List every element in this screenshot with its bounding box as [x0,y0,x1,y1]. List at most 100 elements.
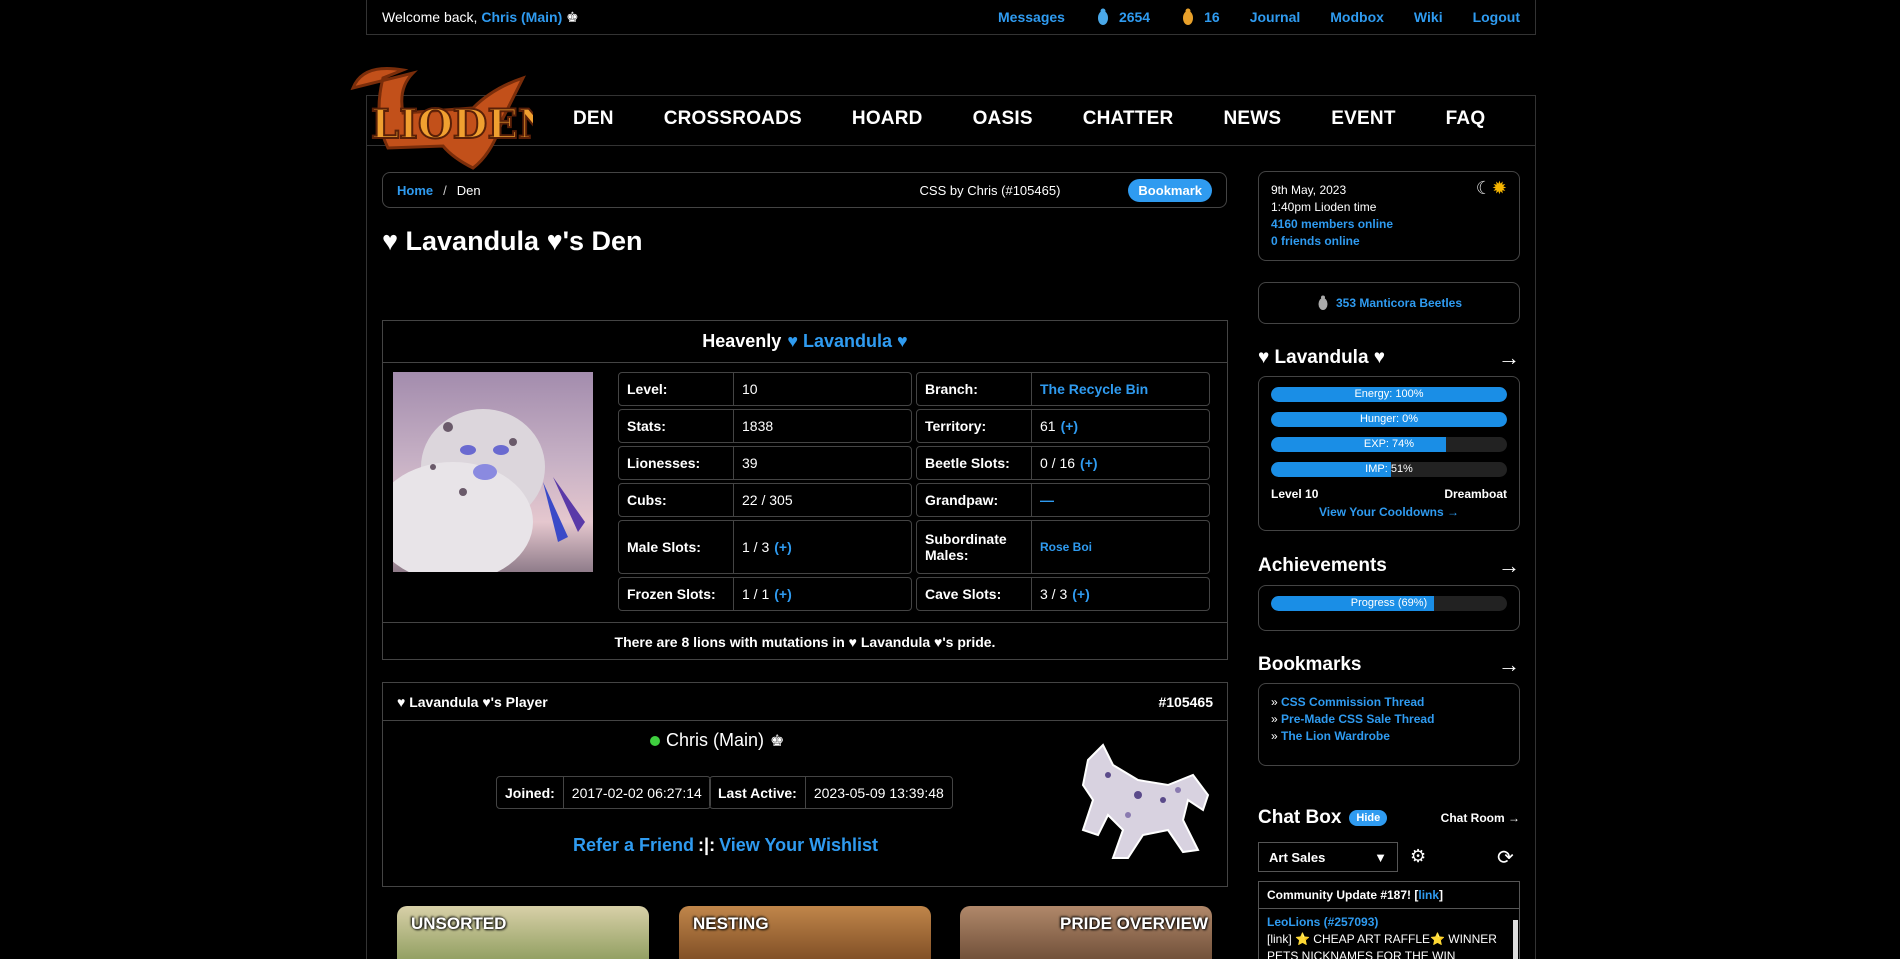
player-id: #105465 [1158,693,1213,710]
bookmarks-panel: » CSS Commission Thread » Pre-Made CSS S… [1258,683,1520,766]
nav-chatter[interactable]: CHATTER [1083,108,1174,130]
imp-bar: IMP: 51% [1271,462,1507,477]
main-nav: DEN CROSSROADS HOARD OASIS CHATTER NEWS … [573,108,1535,130]
mutation-text: There are 8 lions with mutations in ♥ La… [382,622,1228,660]
joined-cell: Joined: 2017-02-02 06:27:14 [496,776,711,809]
manticora-beetles-link[interactable]: 353 Manticora Beetles [1336,296,1462,310]
members-online-link[interactable]: 4160 members online [1271,216,1507,233]
lion-stats-panel: Energy: 100% Hunger: 0% EXP: 74% IMP: 51… [1258,376,1520,531]
achievements-arrow-icon[interactable]: → [1498,553,1520,579]
cooldowns-link[interactable]: View Your Cooldowns → [1319,505,1459,519]
nav-hoard[interactable]: HOARD [852,108,923,130]
beetle-icon [1097,8,1108,25]
nav-oasis[interactable]: OASIS [973,108,1033,130]
stat-territory: Territory: 61 (+) [916,409,1210,443]
breadcrumb: Home / Den CSS by Chris (#105465) Bookma… [382,172,1227,208]
messages-link[interactable]: Messages [998,9,1065,25]
date-text: 9th May, 2023 [1271,183,1347,197]
page-title: ♥ Lavandula ♥'s Den [382,226,643,256]
scarab-icon [1183,8,1194,25]
top-bar: Welcome back, Chris (Main) ♚ Messages 26… [366,0,1536,35]
dropdown-arrow-icon: ▼ [1374,849,1387,865]
frozen-slots-plus[interactable]: (+) [774,586,792,602]
stat-grandpaw: Grandpaw: — [916,483,1210,517]
exp-bar: EXP: 74% [1271,437,1507,452]
chat-scrollbar[interactable] [1513,920,1518,959]
online-status-icon [650,735,660,746]
level-row: Level 10 Dreamboat [1271,487,1507,501]
stat-cave-slots: Cave Slots: 3 / 3 (+) [916,577,1210,611]
css-credit: CSS by Chris (#105465) [919,182,1061,198]
journal-link[interactable]: Journal [1250,9,1301,25]
chat-hide-button[interactable]: Hide [1349,810,1388,826]
player-header: ♥ Lavandula ♥'s Player [397,693,548,710]
nav-faq[interactable]: FAQ [1446,108,1486,130]
welcome-text: Welcome back, Chris (Main) ♚ [382,8,579,25]
lion-portrait[interactable] [393,372,593,572]
lion-stats-header: ♥ Lavandula ♥ → [1258,345,1520,371]
nav-den[interactable]: DEN [573,108,614,130]
chat-header: Chat Box Hide Chat Room → [1258,807,1520,828]
scarabs-count[interactable]: 16 [1180,8,1220,26]
crown-icon: ♚ [770,732,785,750]
refresh-icon[interactable]: ⟳ [1497,845,1514,870]
subordinate-link[interactable]: Rose Boi [1040,540,1092,554]
stat-cubs: Cubs: 22 / 305 [618,483,912,517]
community-update-link[interactable]: link [1418,888,1439,902]
stat-branch: Branch: The Recycle Bin [916,372,1210,406]
tile-pride-overview[interactable]: PRIDE OVERVIEW [960,906,1212,959]
player-name: Chris (Main) ♚ [650,730,784,751]
achievement-progress-bar: Progress (69%) [1271,596,1507,611]
logout-link[interactable]: Logout [1473,9,1520,25]
bookmark-item: » CSS Commission Thread [1271,695,1425,709]
grandpaw-link[interactable]: — [1040,492,1054,508]
modbox-link[interactable]: Modbox [1330,9,1384,25]
tile-unsorted[interactable]: UNSORTED [397,906,649,959]
stat-lionesses: Lionesses: 39 [618,446,912,480]
stat-frozen-slots: Frozen Slots: 1 / 1 (+) [618,577,912,611]
bookmark-button[interactable]: Bookmark [1128,178,1212,202]
stat-male-slots: Male Slots: 1 / 3 (+) [618,520,912,574]
bookmarks-arrow-icon[interactable]: → [1498,652,1520,678]
refer-friend-link[interactable]: Refer a Friend [573,835,694,856]
tile-nesting[interactable]: NESTING [679,906,931,959]
breadcrumb-home[interactable]: Home [397,183,433,198]
bookmark-item: » Pre-Made CSS Sale Thread [1271,712,1435,726]
hunger-bar: Hunger: 0% [1271,412,1507,427]
chat-user-link[interactable]: LeoLions (#257093) [1267,914,1511,931]
male-slots-plus[interactable]: (+) [774,539,792,555]
bookmarks-header: Bookmarks → [1258,652,1520,678]
beetle-panel: 353 Manticora Beetles [1258,282,1520,324]
territory-plus[interactable]: (+) [1061,418,1079,434]
nav-event[interactable]: EVENT [1331,108,1395,130]
beetles-count[interactable]: 2654 [1095,8,1150,26]
user-link[interactable]: Chris (Main) [481,9,562,25]
chat-log: Community Update #187! [link] LeoLions (… [1258,881,1520,959]
beetle-slots-plus[interactable]: (+) [1080,455,1098,471]
energy-bar: Energy: 100% [1271,387,1507,402]
achievements-panel: Progress (69%) [1258,585,1520,631]
moon-sun-icon: ☾✹ [1475,178,1507,198]
lion-name-link[interactable]: ♥ Lavandula ♥ [787,331,907,352]
cave-slots-plus[interactable]: (+) [1072,586,1090,602]
wishlist-link[interactable]: View Your Wishlist [719,835,878,856]
chat-channel-select[interactable]: Art Sales ▼ [1258,842,1398,872]
wiki-link[interactable]: Wiki [1414,9,1443,25]
stat-subordinate-males: Subordinate Males: Rose Boi [916,520,1210,574]
nav-news[interactable]: NEWS [1223,108,1281,130]
achievements-header: Achievements → [1258,553,1520,579]
branch-link[interactable]: The Recycle Bin [1040,381,1148,397]
crown-icon: ♚ [566,8,579,25]
stat-beetle-slots: Beetle Slots: 0 / 16 (+) [916,446,1210,480]
chat-room-link[interactable]: Chat Room → [1441,811,1520,825]
time-text: 1:40pm Lioden time [1271,200,1377,214]
pixel-pet-image [1068,740,1218,865]
lion-arrow-icon[interactable]: → [1498,345,1520,371]
breadcrumb-current: Den [456,182,481,198]
logo-text: LIODEN [371,101,533,148]
community-update: Community Update #187! [link] [1259,882,1519,909]
nav-crossroads[interactable]: CROSSROADS [664,108,802,130]
friends-online-link[interactable]: 0 friends online [1271,233,1507,250]
lion-title: Heavenly ♥ Lavandula ♥ [383,321,1227,363]
gear-icon[interactable]: ⚙ [1410,846,1426,867]
